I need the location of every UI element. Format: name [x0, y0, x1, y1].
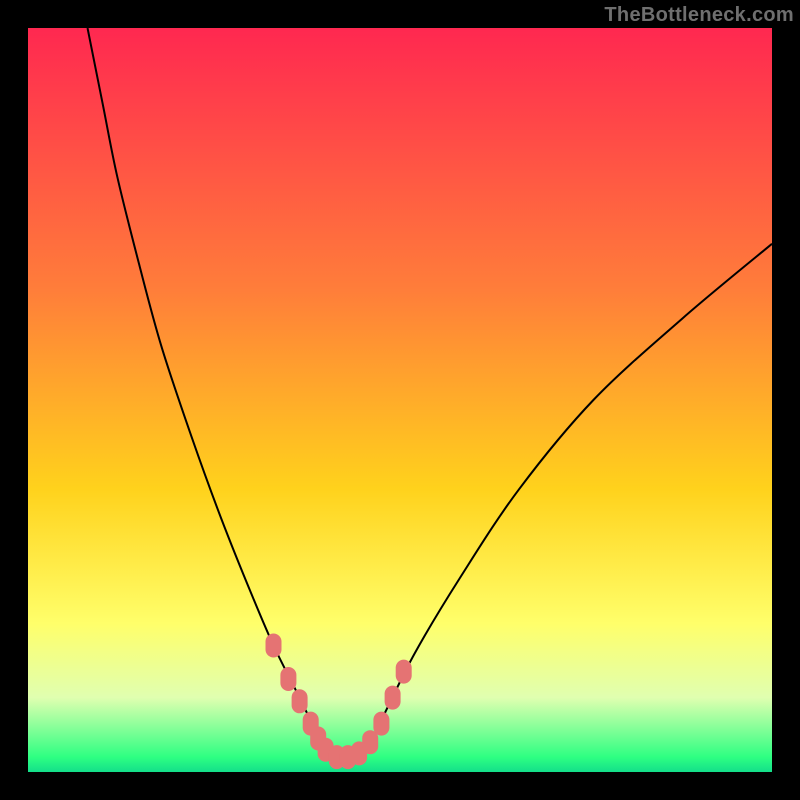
- chart-frame: TheBottleneck.com: [0, 0, 800, 800]
- marker-point: [362, 730, 378, 754]
- chart-svg: [28, 28, 772, 772]
- marker-point: [373, 712, 389, 736]
- marker-point: [385, 686, 401, 710]
- watermark-text: TheBottleneck.com: [604, 4, 794, 27]
- marker-point: [396, 660, 412, 684]
- marker-point: [266, 634, 282, 658]
- chart-background: [28, 28, 772, 772]
- marker-point: [292, 689, 308, 713]
- marker-point: [280, 667, 296, 691]
- chart-plot-area: [28, 28, 772, 772]
